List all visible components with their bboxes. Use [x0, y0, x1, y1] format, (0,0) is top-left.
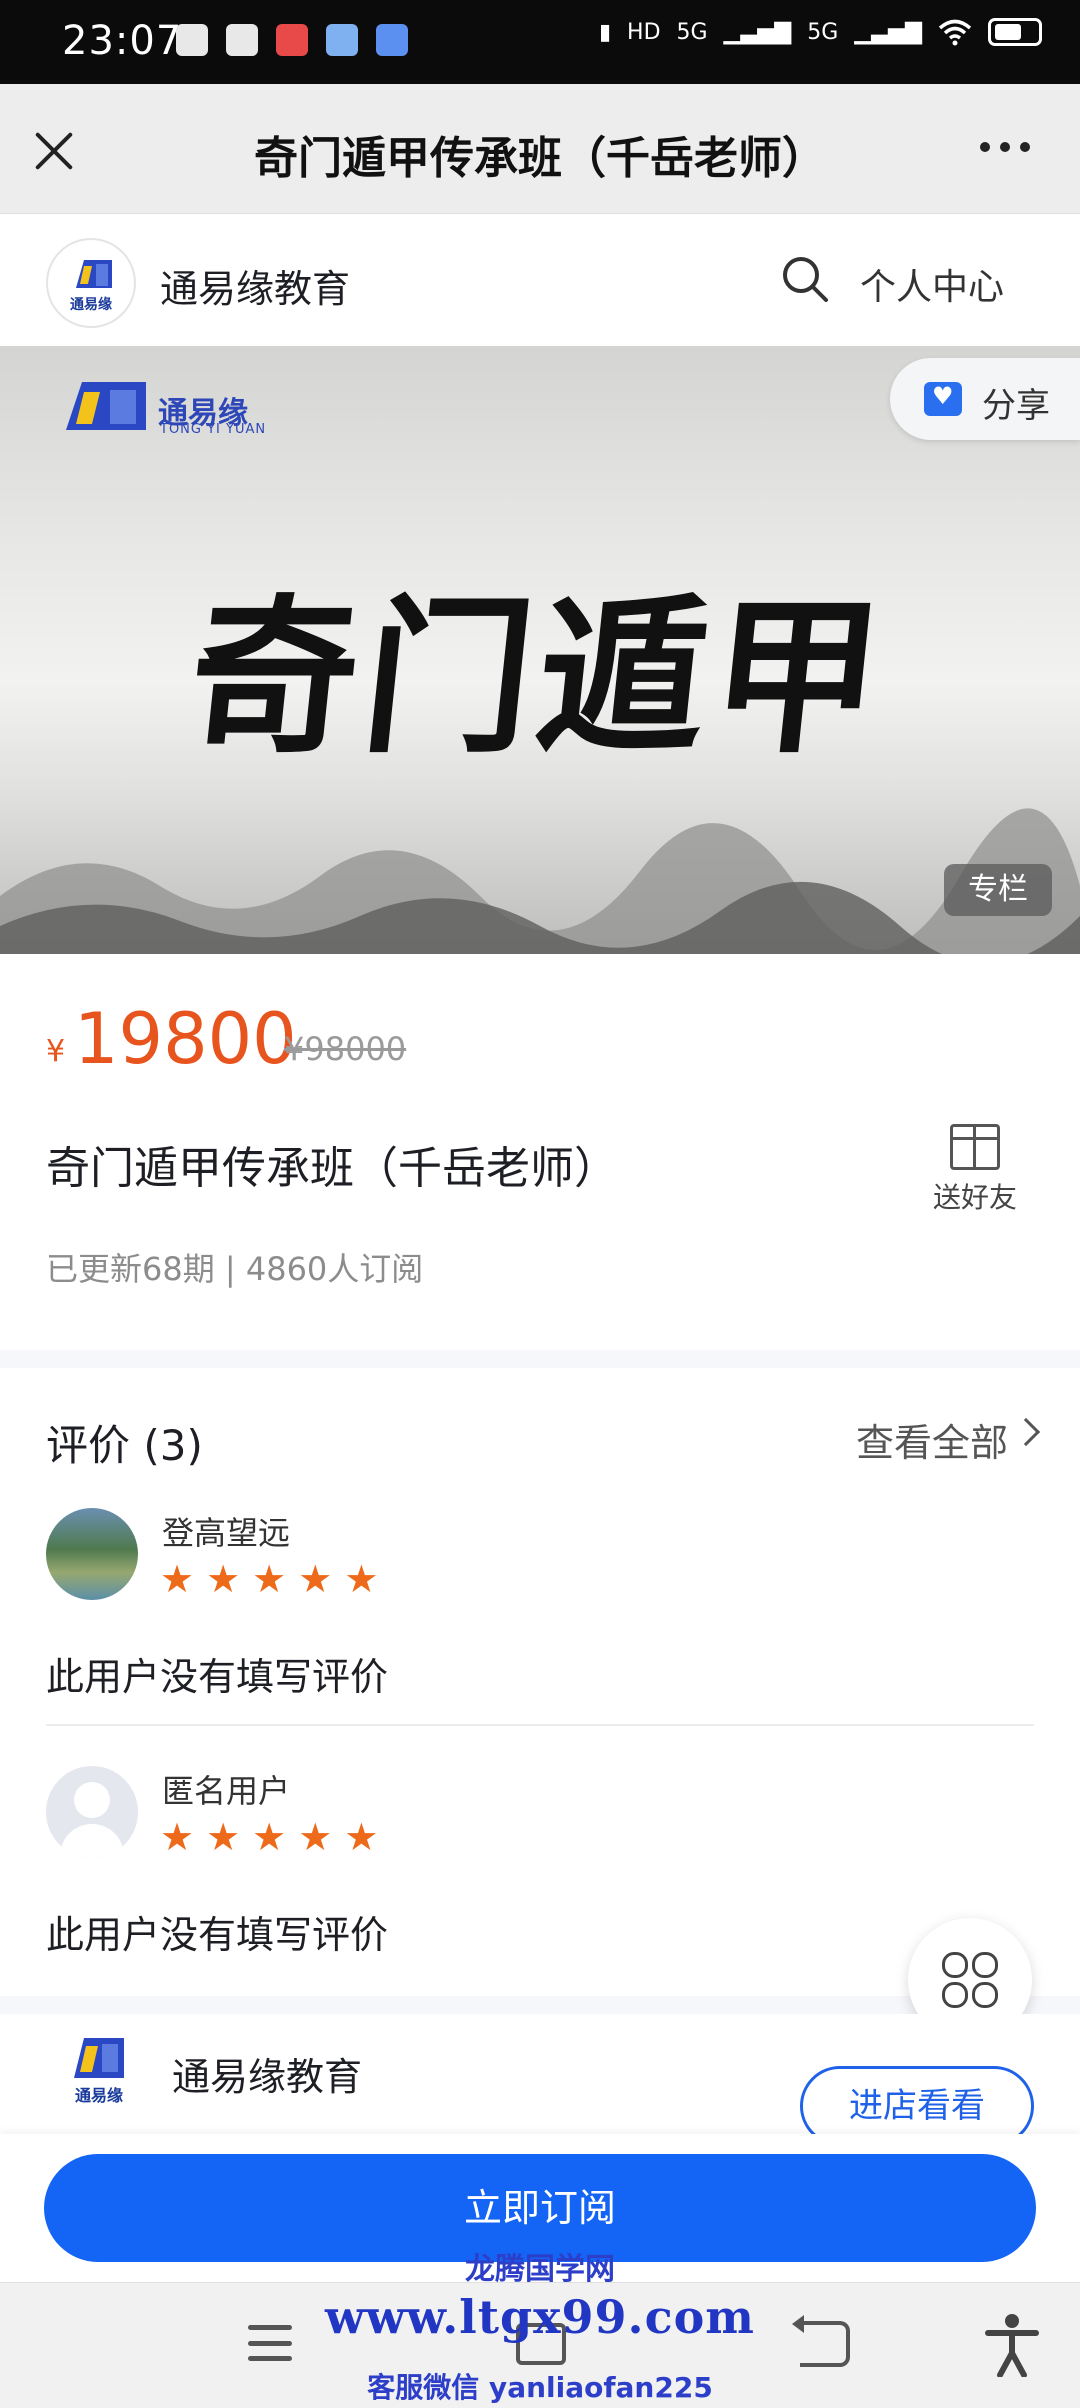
shop-name[interactable]: 通易缘教育 [160, 258, 350, 313]
search-icon[interactable] [780, 254, 830, 304]
share-label: 分享 [982, 386, 1050, 426]
store-logo-icon [74, 2038, 124, 2078]
vibrate-icon: ▮ [598, 19, 612, 45]
course-banner: 通易缘 TONG YI YUAN 奇门遁甲 分享 专栏 [0, 346, 1080, 954]
view-all-reviews-link[interactable]: 查看全部 [856, 1412, 1008, 1467]
banner-logo-subtext: TONG YI YUAN [160, 422, 267, 437]
star-icon: ★ [344, 1815, 379, 1859]
signal-icon: ▁▃▅▇ [723, 19, 792, 45]
reviewer-name: 匿名用户 [162, 1772, 291, 1810]
watermark-site-name: 龙腾国学网 [465, 2252, 615, 2287]
star-icon: ★ [298, 1557, 333, 1601]
signal-icon-2: ▁▃▅▇ [854, 19, 922, 45]
reviews-section: 评价 (3) 查看全部 登高望远 ★ ★ ★ ★ ★ 此用户没有填写评价 匿名用… [0, 1368, 1080, 1996]
product-info: ¥ 19800 ¥98000 奇门遁甲传承班（千岳老师） 送好友 已更新68期 … [0, 954, 1080, 1350]
wifi-icon [938, 19, 972, 46]
status-system-icons: ▮ HD 5G ▁▃▅▇ 5G ▁▃▅▇ [599, 18, 1042, 46]
watermark-contact: 客服微信 yanliaofan225 [367, 2371, 713, 2404]
hd-label: HD [627, 19, 661, 45]
chevron-right-icon[interactable] [1011, 1417, 1041, 1447]
baidu-icon [376, 24, 408, 56]
page-title: 奇门遁甲传承班（千岳老师） [254, 133, 826, 184]
reviewer-name: 登高望远 [162, 1514, 291, 1552]
title-bar: 奇门遁甲传承班（千岳老师） [0, 84, 1080, 214]
signal-label-1: 5G [676, 19, 708, 45]
star-icon: ★ [160, 1815, 195, 1859]
app-icon [326, 24, 358, 56]
shop-header: 通易缘 通易缘教育 个人中心 [0, 214, 1080, 346]
logo-mark-icon [76, 260, 112, 288]
store-row: 通易缘 通易缘教育 进店看看 [0, 2014, 1080, 2146]
review-text: 此用户没有填写评价 [46, 1913, 389, 1957]
shop-logo[interactable]: 通易缘 [46, 238, 136, 328]
star-icon: ★ [206, 1557, 241, 1601]
gift-label: 送好友 [932, 1181, 1017, 1214]
gift-icon [950, 1124, 1000, 1170]
review-text: 此用户没有填写评价 [46, 1655, 389, 1699]
star-icon: ★ [252, 1557, 287, 1601]
star-icon: ★ [298, 1815, 333, 1859]
grid-icon [942, 1952, 998, 2008]
avatar [46, 1766, 138, 1858]
star-icon: ★ [206, 1815, 241, 1859]
battery-icon [988, 18, 1042, 46]
wps-icon [276, 24, 308, 56]
price: 19800 [74, 998, 297, 1080]
personal-center-link[interactable]: 个人中心 [860, 258, 1004, 310]
avatar [46, 1508, 138, 1600]
banner-logo: 通易缘 TONG YI YUAN [60, 368, 270, 438]
product-meta: 已更新68期 | 4860人订阅 [46, 1250, 424, 1288]
reviews-heading: 评价 (3) [46, 1421, 203, 1470]
status-time: 23:07 [62, 18, 183, 64]
share-icon [924, 382, 962, 416]
more-options-icon[interactable] [980, 142, 1030, 152]
gift-to-friend-button[interactable]: 送好友 [930, 1116, 1020, 1226]
product-title: 奇门遁甲传承班（千岳老师） [46, 1143, 618, 1194]
status-app-icons [176, 24, 408, 56]
sim-icon [176, 24, 208, 56]
review-divider [46, 1724, 1034, 1726]
column-tag: 专栏 [944, 864, 1052, 916]
store-name[interactable]: 通易缘教育 [172, 2046, 362, 2101]
store-logo-text: 通易缘 [74, 2086, 123, 2105]
signal-label-2: 5G [807, 19, 839, 45]
share-button[interactable]: 分享 [890, 358, 1080, 440]
shop-logo-text: 通易缘 [70, 297, 112, 313]
status-bar: 23:07 ▮ HD 5G ▁▃▅▇ 5G ▁▃▅▇ [0, 0, 1080, 84]
star-rating: ★ ★ ★ ★ ★ [160, 1560, 378, 1598]
banner-logo-icon [66, 382, 146, 430]
banner-title: 奇门遁甲 [180, 578, 897, 776]
alipay-icon [226, 24, 258, 56]
original-price: ¥98000 [284, 1030, 407, 1068]
review-item: 登高望远 ★ ★ ★ ★ ★ 此用户没有填写评价 [0, 1508, 1080, 1766]
star-icon: ★ [160, 1557, 195, 1601]
banner-trees [0, 808, 1080, 954]
watermark-url: www.ltgx99.com [325, 2290, 755, 2344]
currency-symbol: ¥ [46, 1034, 66, 1069]
store-logo[interactable]: 通易缘 [64, 2034, 134, 2106]
star-icon: ★ [252, 1815, 287, 1859]
star-rating: ★ ★ ★ ★ ★ [160, 1818, 378, 1856]
star-icon: ★ [344, 1557, 379, 1601]
